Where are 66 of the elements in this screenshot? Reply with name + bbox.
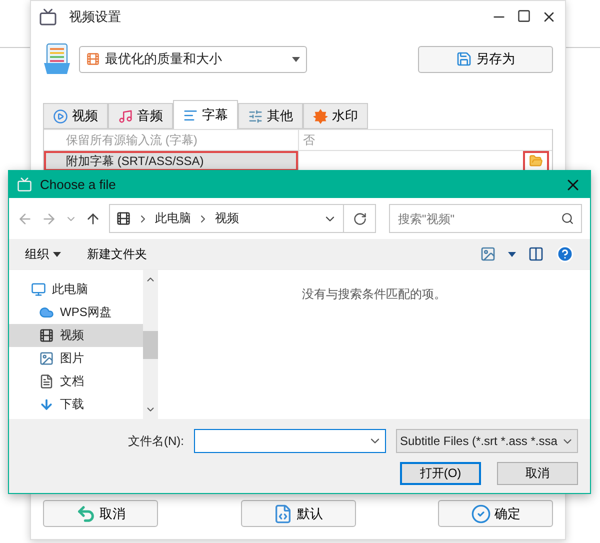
- refresh-icon: [352, 212, 366, 226]
- music-note-icon: [118, 108, 133, 124]
- badge-icon: [313, 108, 328, 124]
- sidebar-item[interactable]: 下载: [9, 393, 143, 416]
- check-icon: [470, 504, 490, 524]
- play-icon: [53, 108, 68, 124]
- browse-button[interactable]: [523, 150, 549, 172]
- preset-dropdown[interactable]: 最优化的质量和大小: [79, 46, 307, 72]
- view-icon[interactable]: [480, 246, 496, 262]
- film-icon: [39, 328, 54, 343]
- save-icon: [456, 51, 472, 67]
- document-icon: [39, 374, 54, 389]
- sidebar-item[interactable]: 此电脑: [9, 278, 143, 301]
- cloud-icon: [39, 305, 54, 320]
- new-folder-button[interactable]: 新建文件夹: [87, 246, 147, 262]
- file-type-dropdown[interactable]: Subtitle Files (*.srt *.ass *.ssa: [396, 429, 578, 453]
- caret-icon: [292, 56, 300, 62]
- open-button[interactable]: 打开(O): [400, 462, 481, 484]
- setting-value: 否: [303, 132, 315, 148]
- app-icon: [39, 8, 57, 26]
- search-field[interactable]: 搜索"视频": [389, 204, 582, 233]
- default-button[interactable]: 默认: [240, 500, 356, 527]
- film-icon: [116, 211, 131, 226]
- monitor-icon: [31, 282, 46, 297]
- down-arrow-icon: [39, 397, 54, 412]
- help-icon[interactable]: [556, 245, 574, 263]
- path-segment[interactable]: 视频: [215, 210, 239, 227]
- caret-icon: [53, 252, 61, 256]
- organize-menu[interactable]: 组织: [25, 246, 61, 262]
- document-icon: [273, 504, 293, 524]
- scroll-thumb[interactable]: [143, 330, 158, 358]
- settings-tab[interactable]: 水印: [303, 103, 368, 129]
- preview-pane-icon[interactable]: [528, 246, 544, 262]
- setting-label: 附加字幕 (SRT/ASS/SSA): [44, 151, 298, 171]
- sidebar-item[interactable]: 图片: [9, 347, 143, 370]
- undo-arrow-icon: [76, 504, 96, 524]
- file-name-field[interactable]: [194, 429, 386, 453]
- window-title: 视频设置: [69, 8, 122, 26]
- up-icon[interactable]: [85, 210, 101, 226]
- folder-icon: [529, 154, 543, 168]
- file-name-label: 文件名(N):: [128, 432, 184, 450]
- ok-button[interactable]: 确定: [438, 500, 553, 527]
- sidebar-item[interactable]: WPS网盘: [9, 301, 143, 324]
- settings-tab[interactable]: 字幕: [173, 100, 238, 129]
- empty-message: 没有与搜索条件匹配的项。: [302, 286, 446, 303]
- address-bar[interactable]: 此电脑 视频: [109, 204, 344, 233]
- search-icon: [561, 212, 574, 225]
- settings-tab[interactable]: 其他: [238, 103, 303, 129]
- dialog-title: Choose a file: [40, 177, 117, 192]
- settings-tab[interactable]: 音频: [108, 103, 173, 129]
- subtitle-icon: [183, 108, 198, 122]
- maximize-icon[interactable]: [517, 9, 531, 23]
- path-segment[interactable]: 此电脑: [155, 210, 191, 227]
- cancel-button[interactable]: 取消: [43, 500, 158, 527]
- tray-icon: [43, 43, 71, 75]
- settings-tab[interactable]: 视频: [43, 103, 108, 129]
- film-icon: [86, 52, 100, 66]
- save-as-button[interactable]: 另存为: [418, 46, 553, 72]
- app-icon: [17, 177, 32, 192]
- cancel-button[interactable]: 取消: [497, 462, 578, 484]
- image-icon: [39, 351, 54, 366]
- refresh-button[interactable]: [344, 204, 376, 233]
- caret-icon[interactable]: [508, 252, 516, 256]
- sidebar-item[interactable]: 视频: [9, 324, 143, 347]
- sidebar-item[interactable]: 文档: [9, 370, 143, 393]
- sliders-icon: [248, 108, 263, 124]
